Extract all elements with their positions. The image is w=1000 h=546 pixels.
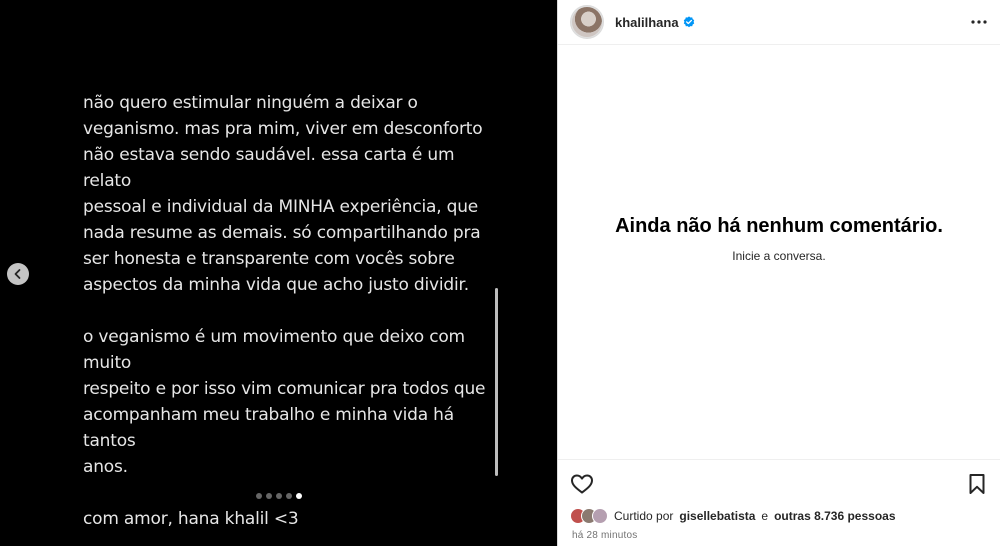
- carousel-indicator: [256, 493, 302, 499]
- liker-avatar[interactable]: [592, 508, 608, 524]
- carousel-dot: [256, 493, 262, 499]
- post-header: khalilhana: [558, 0, 1000, 45]
- likes-connector: e: [761, 509, 769, 523]
- like-button[interactable]: [570, 472, 594, 496]
- previous-slide-button[interactable]: [7, 263, 29, 285]
- post-paragraph-1: não quero estimular ninguém a deixar o v…: [83, 93, 483, 295]
- save-button[interactable]: [965, 472, 989, 496]
- empty-comments-title: Ainda não há nenhum comentário.: [615, 214, 943, 237]
- bookmark-icon: [965, 472, 989, 496]
- empty-comments-subtitle: Inicie a conversa.: [732, 248, 826, 263]
- liked-by-prefix: Curtido por: [614, 509, 674, 523]
- post-paragraph-2: o veganismo é um movimento que deixo com…: [83, 327, 486, 477]
- username-link[interactable]: khalilhana: [615, 15, 679, 30]
- more-options-button[interactable]: [970, 13, 988, 31]
- carousel-dot: [266, 493, 272, 499]
- heart-icon: [570, 472, 594, 496]
- post-paragraph-3: com amor, hana khalil <3: [83, 509, 299, 529]
- post-actions: Curtido por gisellebatista e outras 8.73…: [558, 459, 1000, 546]
- image-scroll-indicator: [495, 288, 498, 476]
- verified-badge-icon: [683, 16, 695, 28]
- likes-count-link[interactable]: outras 8.736 pessoas: [774, 509, 895, 523]
- post-timestamp[interactable]: há 28 minutos: [558, 530, 1000, 541]
- liker-username-link[interactable]: gisellebatista: [679, 509, 755, 523]
- carousel-dot: [286, 493, 292, 499]
- comments-area: Ainda não há nenhum comentário. Inicie a…: [558, 45, 1000, 458]
- liker-avatars: [570, 508, 608, 524]
- carousel-dot-active: [296, 493, 302, 499]
- avatar[interactable]: [570, 5, 604, 39]
- post-media: não quero estimular ninguém a deixar o v…: [0, 0, 557, 546]
- carousel-dot: [276, 493, 282, 499]
- avatar-image: [572, 7, 602, 37]
- likes-summary: Curtido por gisellebatista e outras 8.73…: [558, 508, 1000, 524]
- post-text: não quero estimular ninguém a deixar o v…: [83, 90, 503, 546]
- more-horizontal-icon: [970, 13, 988, 31]
- post-side-panel: khalilhana Ainda não há nenhum comentári…: [557, 0, 1000, 546]
- action-buttons: [558, 460, 1000, 496]
- chevron-left-icon: [12, 268, 24, 280]
